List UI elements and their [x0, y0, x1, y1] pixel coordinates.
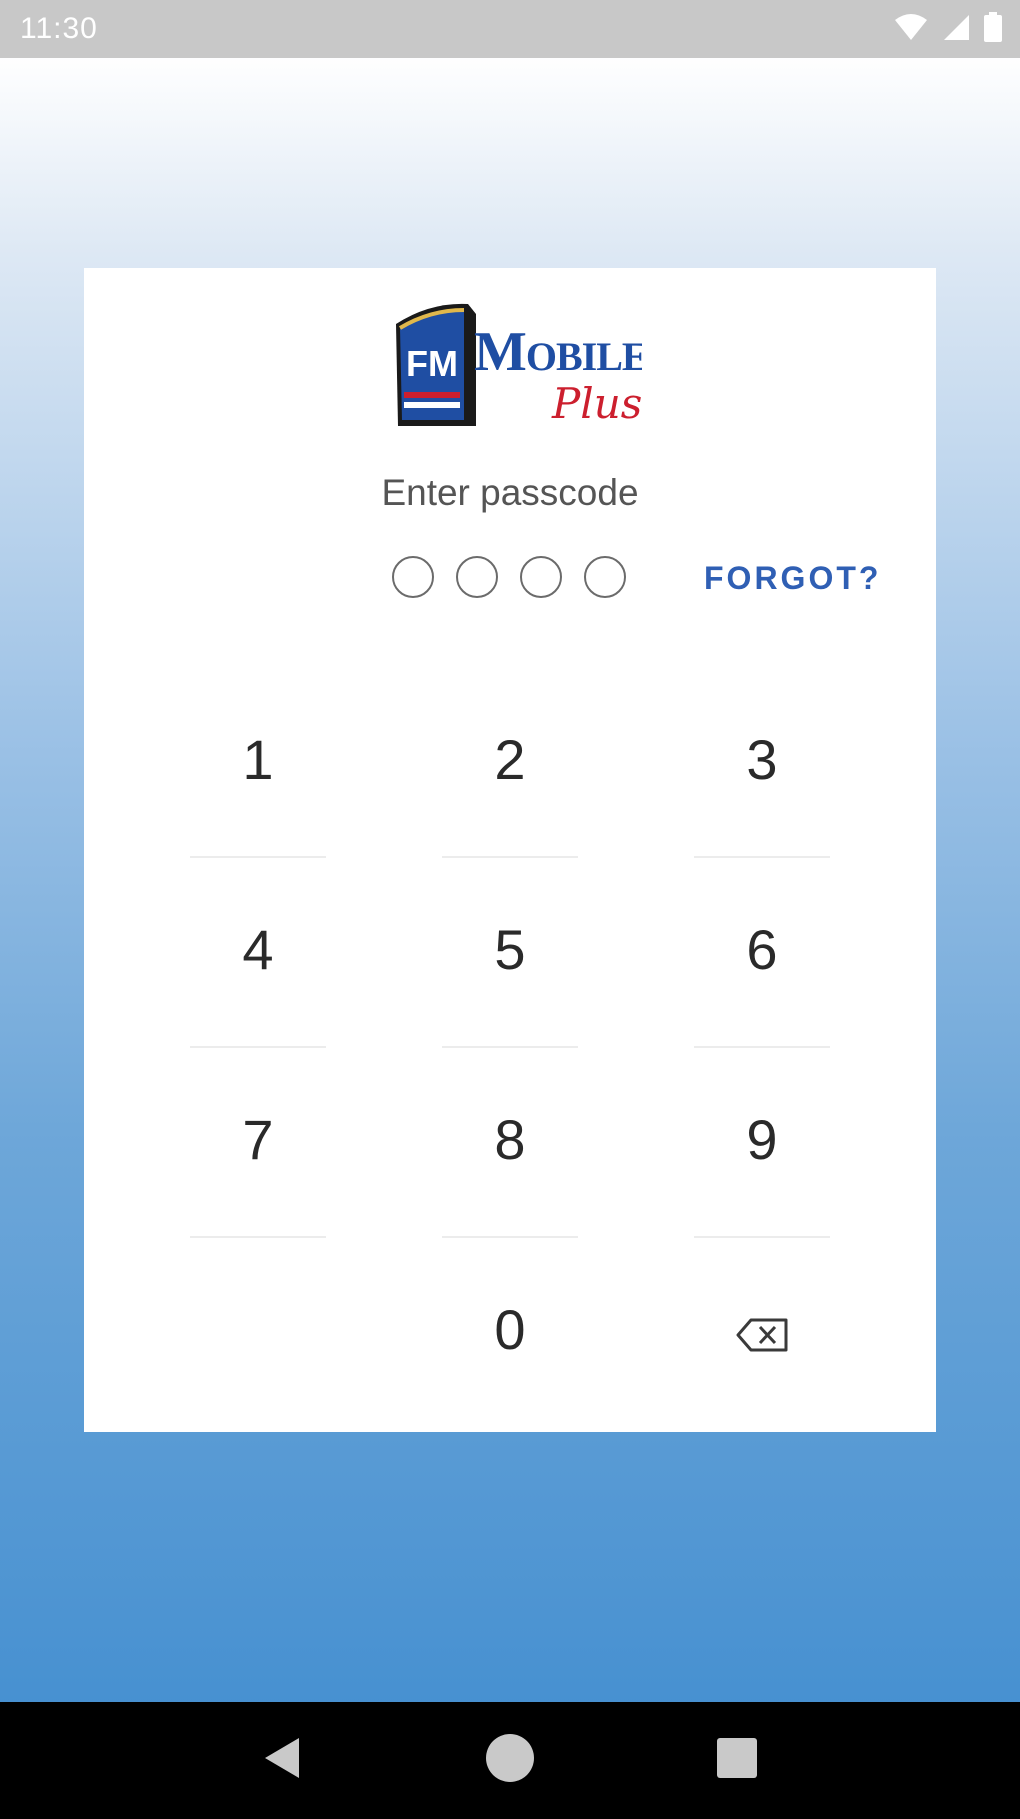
home-icon [485, 1733, 535, 1788]
passcode-indicator [392, 556, 626, 598]
key-3[interactable]: 3 [694, 668, 830, 858]
keypad: 1 2 3 4 5 6 7 8 9 0 [190, 668, 830, 1428]
key-0[interactable]: 0 [442, 1238, 578, 1428]
key-5[interactable]: 5 [442, 858, 578, 1048]
back-icon [263, 1736, 303, 1785]
passcode-dot [456, 556, 498, 598]
backspace-button[interactable] [694, 1238, 830, 1428]
key-label: 1 [242, 727, 274, 791]
key-label: 0 [494, 1297, 526, 1361]
key-2[interactable]: 2 [442, 668, 578, 858]
key-8[interactable]: 8 [442, 1048, 578, 1238]
key-6[interactable]: 6 [694, 858, 830, 1048]
logo-fm-text: FM [406, 343, 458, 384]
logo-brand-text: MOBILE [474, 321, 642, 383]
home-button[interactable] [475, 1726, 545, 1796]
key-4[interactable]: 4 [190, 858, 326, 1048]
key-7[interactable]: 7 [190, 1048, 326, 1238]
fm-mobile-plus-logo: FM MOBILE Plus [390, 298, 649, 432]
status-icons [894, 11, 1002, 47]
key-1[interactable]: 1 [190, 668, 326, 858]
recents-button[interactable] [702, 1726, 772, 1796]
backspace-icon [735, 1301, 789, 1366]
forgot-button[interactable]: FORGOT? [704, 560, 894, 597]
status-bar: 11:30 [0, 0, 1020, 58]
back-button[interactable] [248, 1726, 318, 1796]
passcode-prompt: Enter passcode [381, 472, 639, 513]
navigation-bar [0, 1702, 1020, 1819]
logo-script-text: Plus [551, 379, 642, 428]
key-empty [190, 1238, 326, 1428]
battery-icon [984, 11, 1002, 47]
passcode-dot [584, 556, 626, 598]
passcode-card: FM MOBILE Plus Enter passcode FORGOT? 1 … [84, 268, 936, 1432]
recents-icon [716, 1737, 758, 1784]
key-label: 3 [746, 727, 778, 791]
key-label: 9 [746, 1107, 778, 1171]
signal-icon [942, 13, 970, 46]
key-label: 2 [494, 727, 526, 791]
key-label: 6 [746, 917, 778, 981]
key-label: 5 [494, 917, 526, 981]
key-label: 8 [494, 1107, 526, 1171]
wifi-icon [894, 13, 928, 46]
key-9[interactable]: 9 [694, 1048, 830, 1238]
status-time: 11:30 [20, 12, 98, 45]
passcode-dot [520, 556, 562, 598]
key-label: 4 [242, 917, 274, 981]
key-label: 7 [242, 1107, 274, 1171]
passcode-dot [392, 556, 434, 598]
